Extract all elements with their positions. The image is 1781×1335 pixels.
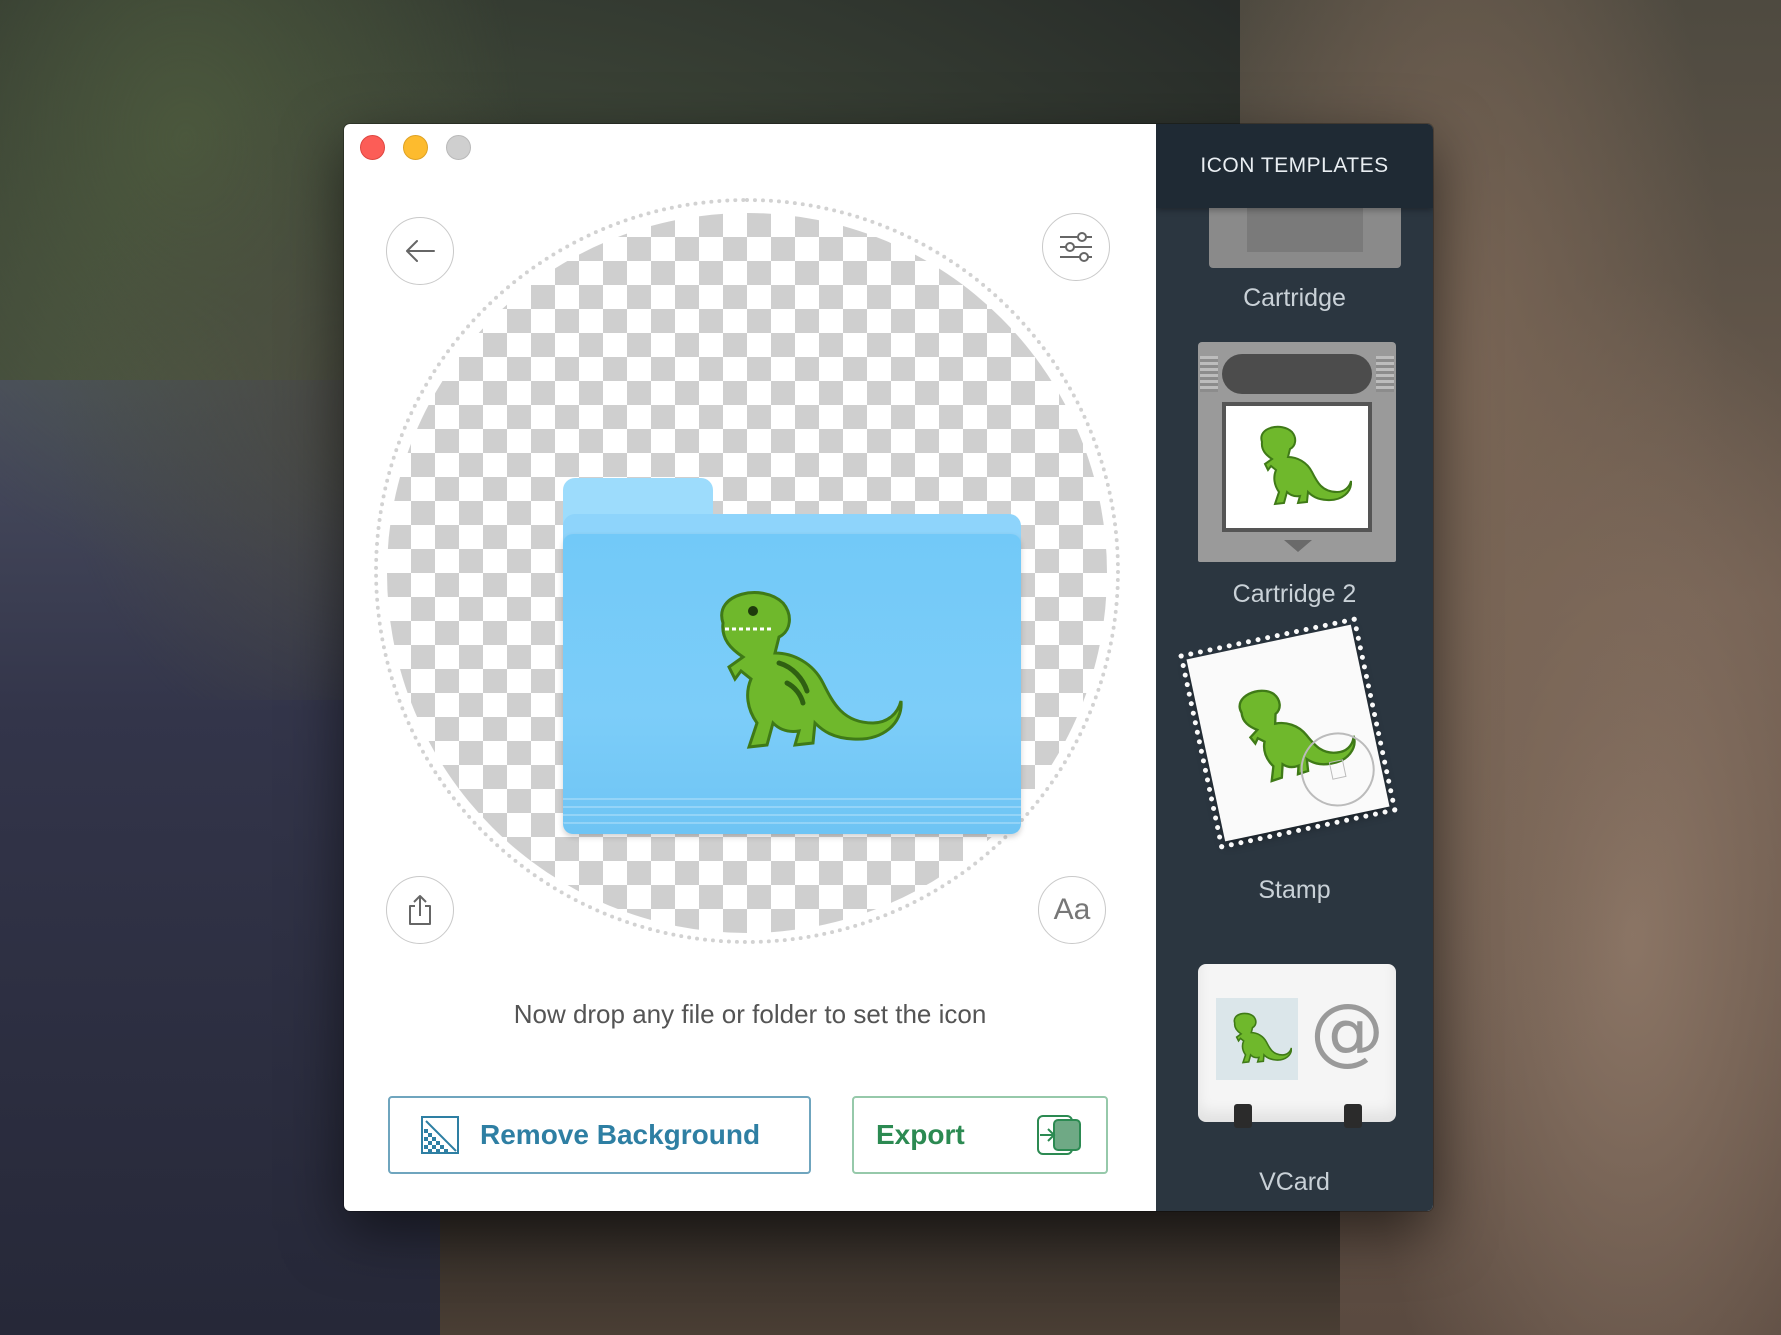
t-rex-icon [1233,1012,1292,1064]
sliders-icon [1060,232,1092,262]
checkerboard-icon [421,1116,459,1154]
share-button[interactable] [386,876,454,944]
wallpaper-rocks [440,1200,1340,1335]
editor-panel: Aa Now drop any file or folder to set th… [344,124,1156,1211]
share-icon [409,895,431,925]
cartridge-template-thumbnail[interactable] [1209,208,1401,268]
drop-instruction: Now drop any file or folder to set the i… [344,994,1156,1034]
text-button-label: Aa [1053,893,1091,926]
stamp-template-thumbnail[interactable]:  [1178,616,1398,850]
t-rex-icon [720,591,903,749]
export-label: Export [876,1119,965,1150]
vcard-template-thumbnail[interactable]: @ [1198,964,1396,1128]
t-rex-icon [1260,425,1352,506]
cartridge-2-template-thumbnail[interactable] [1198,342,1396,562]
adjustments-button[interactable] [1042,213,1110,281]
template-label-stamp[interactable]: Stamp [1156,876,1433,905]
remove-background-label: Remove Background [480,1119,761,1150]
icon-preview-canvas[interactable] [387,213,1107,933]
text-overlay-button[interactable]: Aa [1038,876,1106,944]
at-sign-icon: @ [1310,988,1384,1074]
sidebar-title: ICON TEMPLATES [1156,124,1433,208]
drop-instruction-text: Now drop any file or folder to set the i… [513,999,987,1029]
contact-photo [1216,998,1298,1080]
template-label-vcard[interactable]: VCard [1156,1168,1433,1197]
back-button[interactable] [386,217,454,285]
app-window: Aa Now drop any file or folder to set th… [344,124,1433,1211]
export-icon [1037,1115,1081,1155]
template-label-cartridge[interactable]: Cartridge [1156,284,1433,313]
arrow-left-icon [406,240,435,262]
export-button[interactable]: Export [852,1096,1108,1174]
folder-icon [563,478,1021,836]
template-label-cartridge-2[interactable]: Cartridge 2 [1156,580,1433,609]
icon-templates-sidebar: ICON TEMPLATES Cartridge Cartridge 2  S… [1156,124,1433,1211]
remove-background-button[interactable]: Remove Background [388,1096,811,1174]
